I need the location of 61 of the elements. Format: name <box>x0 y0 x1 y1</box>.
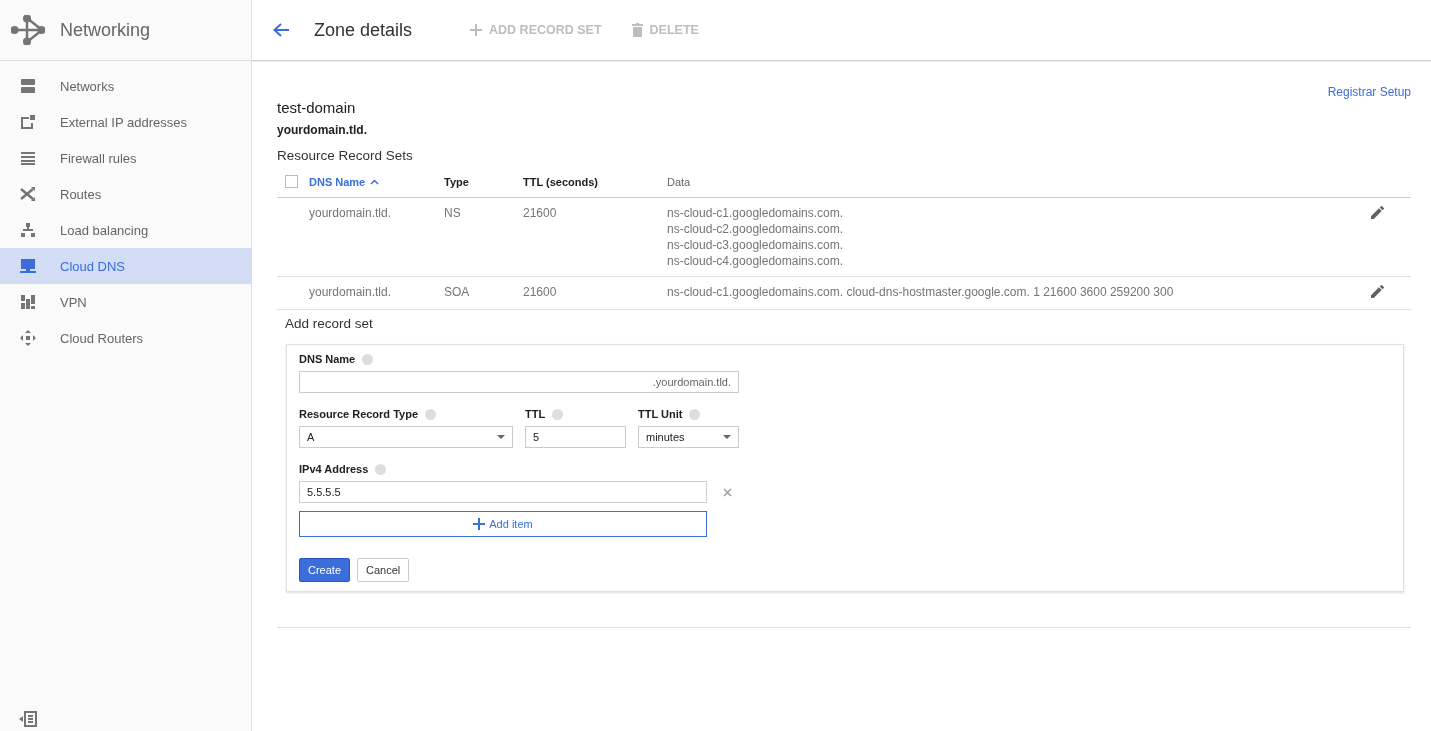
section-title: Resource Record Sets <box>277 148 414 163</box>
field-label: DNS Name <box>299 353 356 365</box>
table-cell: SOA <box>444 285 470 299</box>
sidebar-item[interactable]: Routes <box>0 176 251 212</box>
sidebar-item[interactable]: Firewall rules <box>0 140 251 176</box>
server-stack-icon <box>20 78 36 94</box>
sidebar-title: Networking <box>60 19 151 41</box>
bars-icon <box>20 294 36 310</box>
form-title: Add record set <box>285 316 374 331</box>
field-label: TTL Unit <box>638 408 683 420</box>
zone-name: test-domain <box>277 99 356 116</box>
ttl-field[interactable]: 5 <box>525 426 626 448</box>
ipv4-address-field[interactable]: 5.5.5.5 <box>299 481 707 503</box>
sidebar-item[interactable]: Networks <box>0 68 251 104</box>
ttl-unit-select[interactable]: minutes <box>638 426 739 448</box>
zone-dns-name: yourdomain.tld. <box>277 123 368 137</box>
network-nodes-icon <box>11 15 45 45</box>
hierarchy-icon <box>20 222 36 238</box>
sidebar-item[interactable]: Load balancing <box>0 212 251 248</box>
table-cell: 21600 <box>523 285 557 299</box>
edit-pencil-icon[interactable] <box>1371 206 1384 219</box>
four-arrows-icon <box>20 330 36 346</box>
collapse-panel-icon[interactable] <box>19 711 37 727</box>
table-cell-text: ns-cloud-c4.googledomains.com. <box>667 254 845 268</box>
table-cell-text: ns-cloud-c1.googledomains.com. cloud-dns-hostmaster.google.com. 1 21600 3600 259200 300 <box>667 285 1175 299</box>
back-arrow-icon[interactable] <box>272 22 290 38</box>
cancel-button[interactable]: Cancel <box>357 558 410 582</box>
table-cell-text: ns-cloud-c1.googledomains.com. <box>667 206 845 220</box>
remove-icon[interactable] <box>723 487 732 497</box>
page-title: Zone details <box>314 19 413 41</box>
box-corner-icon <box>20 114 36 130</box>
create-button[interactable]: Create <box>299 558 351 582</box>
column-header[interactable]: TTL (seconds) <box>523 176 598 188</box>
plus-icon <box>473 518 486 530</box>
crossed-arrows-icon <box>20 186 36 202</box>
table-cell: NS <box>444 206 461 220</box>
select-all-checkbox[interactable] <box>285 175 298 188</box>
record-type-select[interactable]: A <box>299 426 513 448</box>
table-cell-text: ns-cloud-c3.googledomains.com. <box>667 238 845 252</box>
column-header[interactable]: Data <box>667 176 691 188</box>
table-cell: 21600 <box>523 206 557 220</box>
table-cell-text: ns-cloud-c2.googledomains.com. <box>667 222 845 236</box>
sidebar-item[interactable]: VPN <box>0 284 251 320</box>
monitor-icon <box>20 258 36 274</box>
column-header[interactable]: DNS Name <box>309 176 380 188</box>
sidebar-item[interactable]: Cloud Routers <box>0 320 251 356</box>
column-header[interactable]: Type <box>444 176 469 188</box>
sidebar-item[interactable]: Cloud DNS <box>0 248 251 284</box>
edit-pencil-icon[interactable] <box>1371 285 1384 298</box>
plus-icon <box>470 24 483 36</box>
table-cell: yourdomain.tld. <box>309 206 392 220</box>
registrar-setup-link[interactable]: Registrar Setup <box>1327 85 1411 99</box>
sort-up-icon <box>370 179 380 185</box>
add-item-button[interactable]: Add item <box>299 511 707 537</box>
table-cell: yourdomain.tld. <box>309 285 392 299</box>
field-label: TTL <box>525 408 546 420</box>
field-label: Resource Record Type <box>299 408 418 420</box>
trash-icon <box>631 23 643 37</box>
dns-name-field[interactable]: .yourdomain.tld. <box>299 371 739 393</box>
sidebar-item[interactable]: External IP addresses <box>0 104 251 140</box>
field-label: IPv4 Address <box>299 463 369 475</box>
